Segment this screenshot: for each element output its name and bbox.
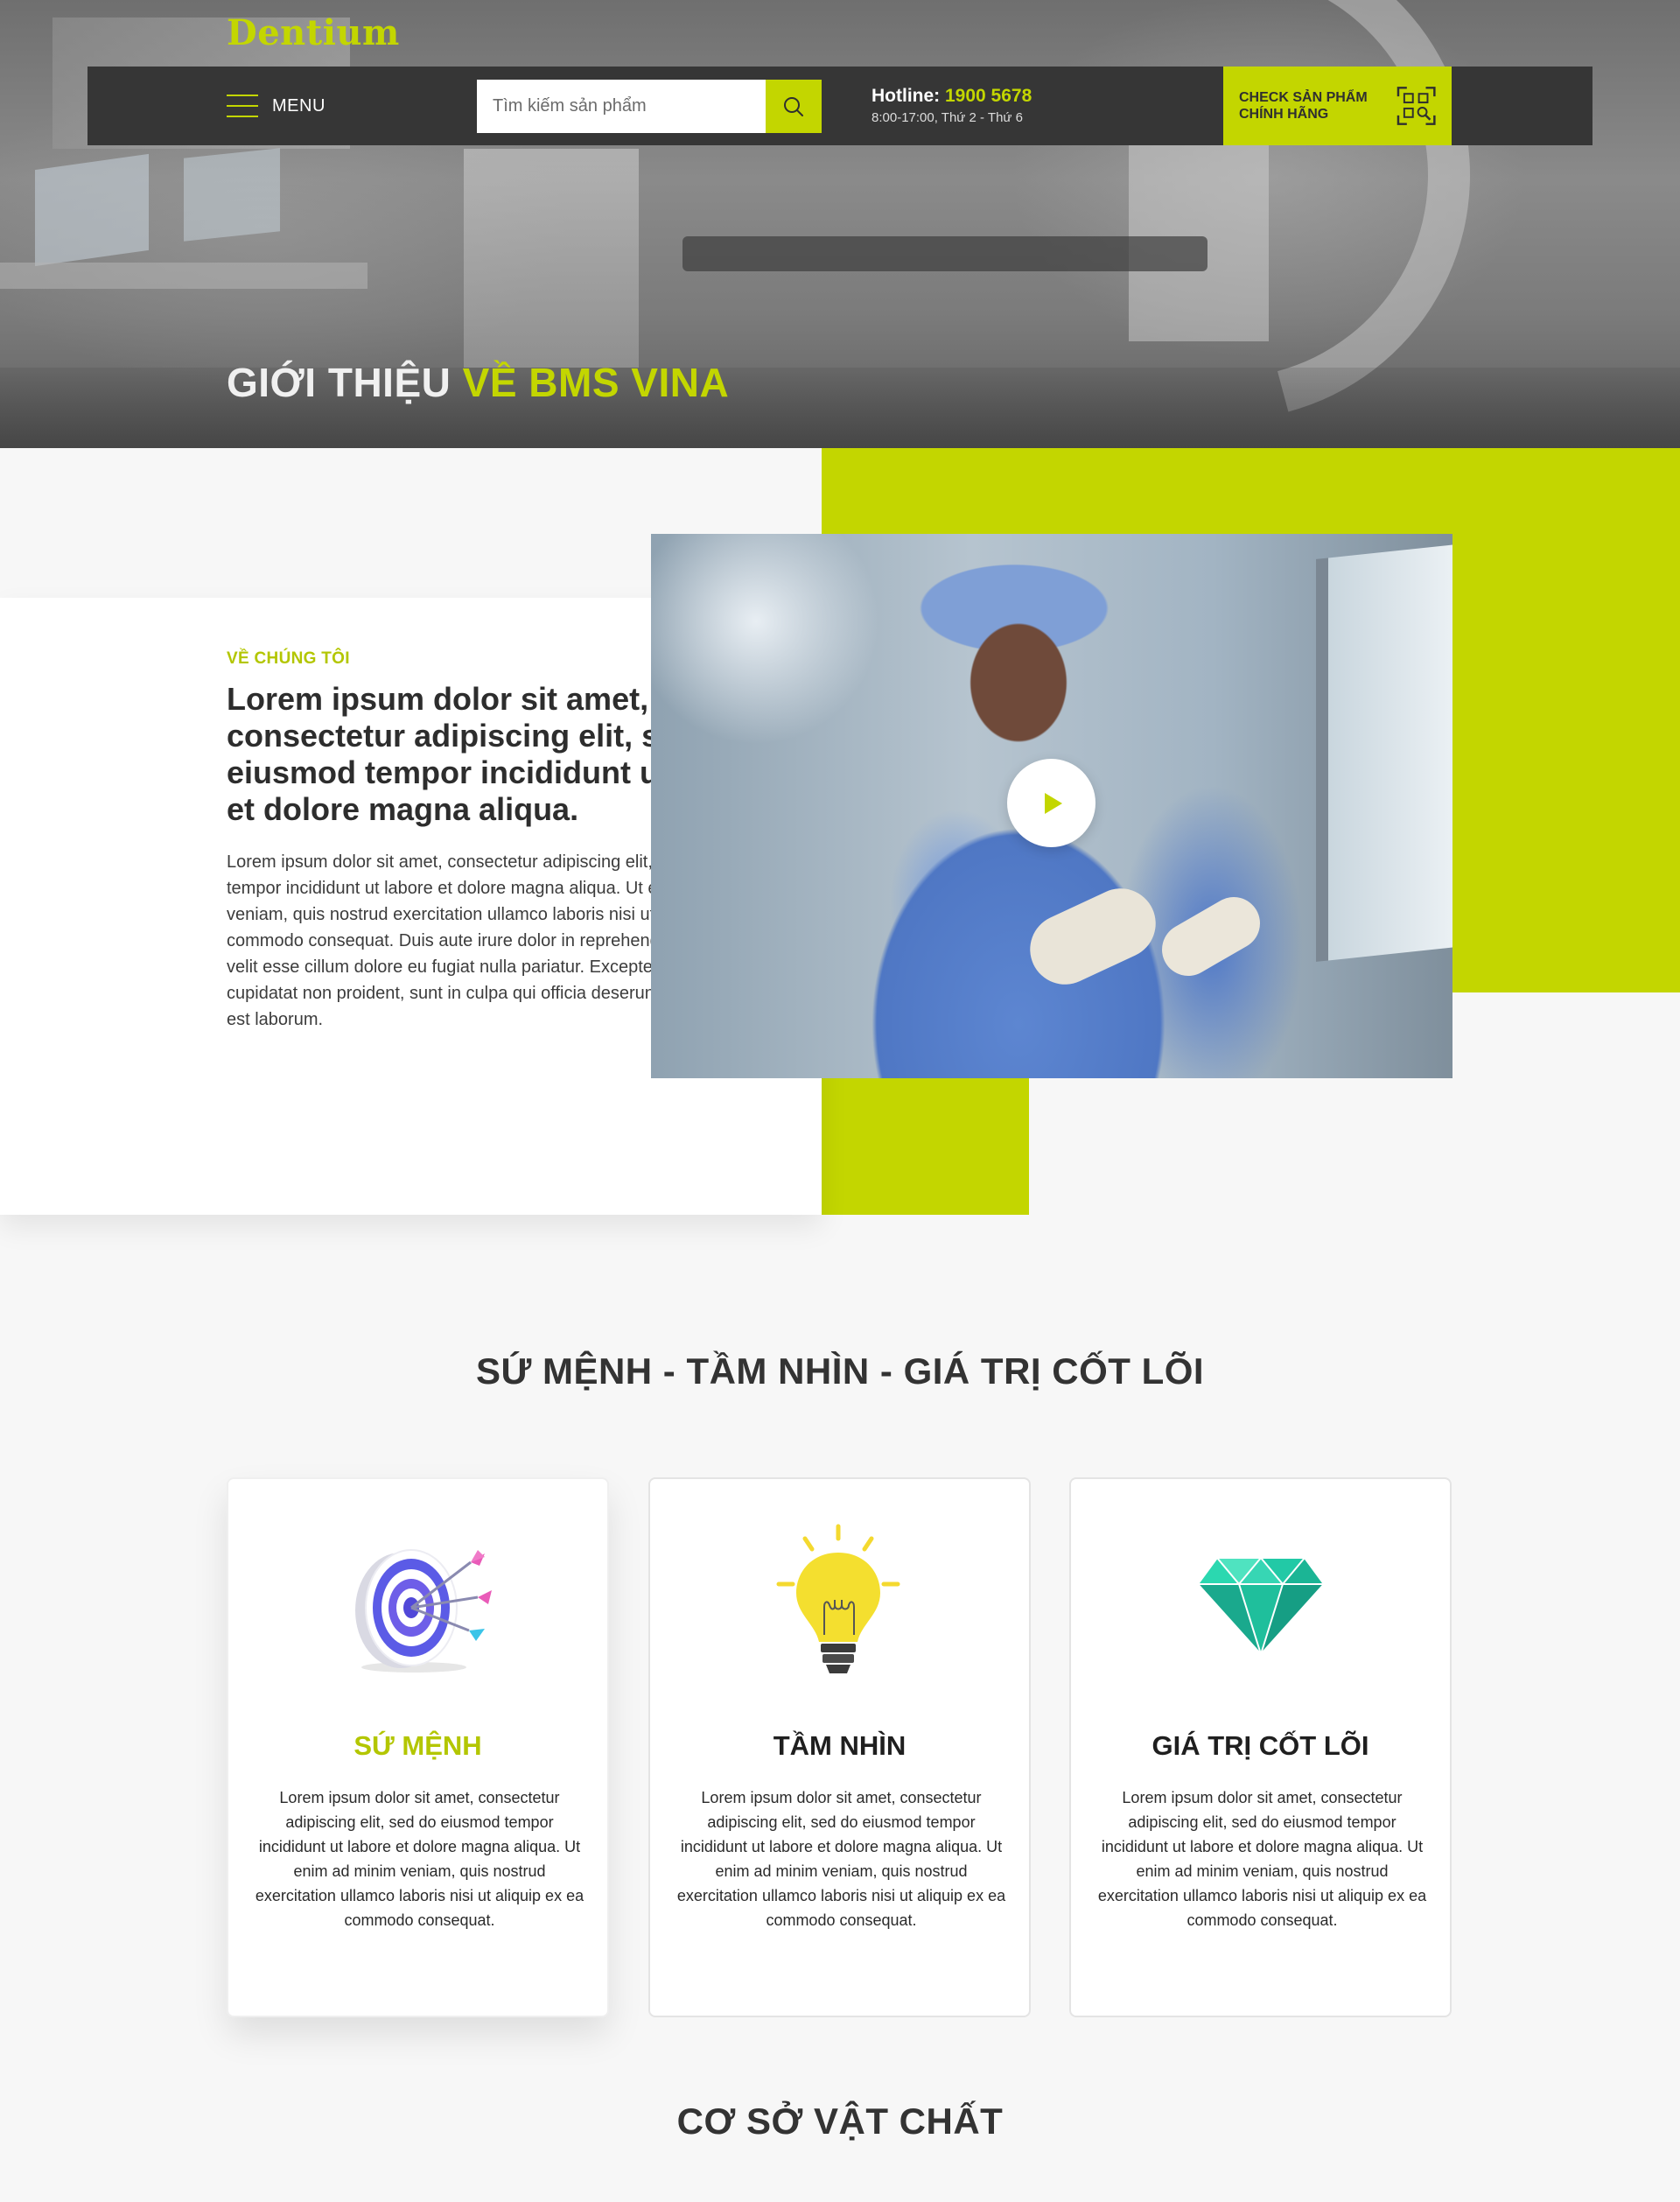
vision-card-title: TẦM NHÌN — [773, 1730, 906, 1761]
hotline-hours: 8:00-17:00, Thứ 2 - Thứ 6 — [872, 110, 1023, 125]
video-scene-monitor — [1316, 543, 1452, 962]
hotline-label: Hotline: — [872, 86, 941, 106]
check-authentic-line1: CHECK SẢN PHẨM — [1239, 90, 1368, 105]
page-title: GIỚI THIỆU VỀ BMS VINA — [227, 359, 729, 406]
hero-background-table — [682, 236, 1208, 271]
video-play-button[interactable] — [1007, 759, 1096, 847]
hamburger-icon — [227, 95, 258, 117]
facility-section-title: CƠ SỞ VẬT CHẤT — [676, 2100, 1004, 2142]
search-icon — [784, 96, 803, 116]
hero-banner: Dentium MENU Hotline: 1900 5678 8:00-17:… — [0, 0, 1680, 448]
menu-label: MENU — [272, 95, 326, 116]
hotline-info: Hotline: 1900 5678 8:00-17:00, Thứ 2 - T… — [872, 86, 1032, 125]
core-values-card-text: Lorem ipsum dolor sit amet, consectetur … — [1097, 1789, 1427, 1929]
page-title-part2: VỀ BMS VINA — [462, 360, 730, 405]
mission-section-title: SỨ MỆNH - TẦM NHÌN - GIÁ TRỊ CỐT LÕI — [475, 1350, 1205, 1392]
video-scene-glove — [1152, 887, 1270, 985]
qr-scan-icon — [1396, 87, 1436, 125]
mission-card-title: SỨ MỆNH — [354, 1730, 482, 1761]
lightbulb-icon — [650, 1523, 1029, 1680]
search-input[interactable] — [477, 80, 766, 133]
mission-card[interactable]: SỨ MỆNH Lorem ipsum dolor sit amet, cons… — [227, 1477, 609, 2017]
hero-background-monitor — [35, 153, 149, 267]
search-bar — [477, 80, 822, 133]
search-button[interactable] — [766, 80, 822, 133]
about-eyebrow: VỀ CHÚNG TÔI — [227, 649, 350, 668]
vision-card[interactable]: TẦM NHÌN Lorem ipsum dolor sit amet, con… — [648, 1477, 1031, 2017]
hotline-number[interactable]: 1900 5678 — [945, 86, 1032, 106]
site-logo[interactable]: Dentium — [227, 12, 400, 53]
target-icon — [228, 1523, 607, 1680]
menu-button[interactable]: MENU — [227, 93, 326, 119]
vision-card-text: Lorem ipsum dolor sit amet, consectetur … — [676, 1789, 1006, 1929]
hero-background-desk — [0, 263, 368, 289]
video-scene-glove — [1018, 877, 1167, 996]
check-authentic-label: CHECK SẢN PHẨM CHÍNH HÃNG — [1239, 89, 1377, 123]
core-values-card-title: GIÁ TRỊ CỐT LÕI — [1152, 1730, 1369, 1761]
core-values-card[interactable]: GIÁ TRỊ CỐT LÕI Lorem ipsum dolor sit am… — [1069, 1477, 1452, 2017]
hero-background-machine — [464, 149, 639, 368]
mission-card-text: Lorem ipsum dolor sit amet, consectetur … — [255, 1789, 584, 1929]
page-title-part1: GIỚI THIỆU — [227, 360, 452, 405]
hero-background-monitor — [184, 148, 280, 242]
play-icon — [1044, 792, 1062, 814]
diamond-icon — [1071, 1523, 1450, 1680]
check-authentic-line2: CHÍNH HÃNG — [1239, 107, 1329, 122]
top-navbar: MENU Hotline: 1900 5678 8:00-17:00, Thứ … — [88, 67, 1592, 145]
check-authentic-product-button[interactable]: CHECK SẢN PHẨM CHÍNH HÃNG — [1223, 67, 1452, 145]
